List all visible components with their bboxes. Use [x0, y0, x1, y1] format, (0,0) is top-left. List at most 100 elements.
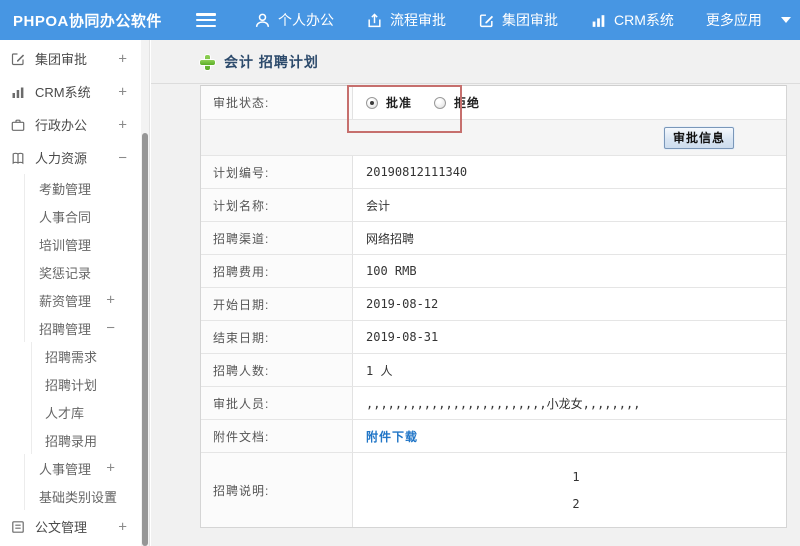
row-label: 审批状态:: [201, 86, 353, 119]
expand-toggle: +: [118, 518, 127, 535]
sidebar-item-label: CRM系统: [35, 85, 91, 100]
sidebar-item-hr-contract[interactable]: 人事合同: [24, 202, 149, 230]
approval-radio-group: 批准 拒绝: [366, 94, 494, 111]
expand-toggle: +: [106, 487, 115, 505]
caret-down-icon: [780, 17, 791, 23]
sidebar-item-label: 薪资管理: [39, 293, 92, 309]
bar-chart-icon: [12, 87, 24, 98]
row-value: 会计: [366, 198, 391, 213]
radio-approve-label[interactable]: 批准: [386, 94, 412, 111]
sidebar-item-base-category-settings[interactable]: 基础类别设置 +: [24, 482, 149, 510]
radio-reject-label[interactable]: 拒绝: [454, 94, 480, 111]
row-label: 计划名称:: [201, 189, 353, 221]
row-value: 1 人: [366, 363, 393, 378]
sidebar-item-label: 考勤管理: [39, 181, 92, 197]
nav-item-workflow-approval[interactable]: 流程审批: [366, 10, 446, 30]
table-row-headcount: 招聘人数: 1 人: [201, 354, 786, 387]
sidebar-item-label: 人事管理: [39, 461, 92, 477]
row-label: 审批人员:: [201, 387, 353, 419]
row-value: ,,,,,,,,,,,,,,,,,,,,,,,,,小龙女,,,,,,,,: [366, 396, 641, 411]
row-value: 2019-08-12: [366, 297, 439, 311]
sidebar-item-label: 集团审批: [35, 52, 88, 67]
table-row-approval-status: 审批状态: 批准 拒绝: [201, 86, 786, 120]
sidebar-item-training[interactable]: 培训管理: [24, 230, 149, 258]
sidebar-item-admin-office[interactable]: 行政办公 +: [0, 108, 149, 141]
add-icon: [200, 54, 215, 70]
sidebar-item-attendance[interactable]: 考勤管理: [24, 174, 149, 202]
radio-reject[interactable]: [434, 96, 447, 109]
sidebar-item-label: 人事合同: [39, 209, 92, 225]
row-label: 开始日期:: [201, 288, 353, 320]
approval-info-button[interactable]: 审批信息: [663, 126, 734, 149]
sidebar-item-official-docs[interactable]: 公文管理 +: [0, 510, 149, 543]
expand-toggle: +: [118, 116, 127, 133]
sidebar-item-recruit-demand[interactable]: 招聘需求: [31, 342, 149, 370]
expand-toggle: +: [106, 291, 115, 309]
table-row-end-date: 结束日期: 2019-08-31: [201, 321, 786, 354]
table-row-approvers: 审批人员: ,,,,,,,,,,,,,,,,,,,,,,,,,小龙女,,,,,,…: [201, 387, 786, 420]
nav-item-more-apps[interactable]: 更多应用: [706, 10, 791, 30]
row-label: 招聘渠道:: [201, 222, 353, 254]
sidebar-item-crm-system[interactable]: CRM系统 +: [0, 75, 149, 108]
book-icon: [12, 152, 24, 164]
sidebar-scrollbar-thumb[interactable]: [142, 133, 148, 546]
expand-toggle: +: [118, 50, 127, 67]
main-content: 会计 招聘计划 审批状态: 批准 拒绝 审批信息 计划编号: 201908121…: [151, 40, 800, 546]
row-value: 20190812111340: [366, 165, 468, 179]
table-row-plan-name: 计划名称: 会计: [201, 189, 786, 222]
sidebar-item-recruit-hiring[interactable]: 招聘录用: [31, 426, 149, 454]
sidebar-item-recruit-plan[interactable]: 招聘计划: [31, 370, 149, 398]
hamburger-menu-icon[interactable]: [196, 13, 216, 27]
recruitment-plan-table: 审批状态: 批准 拒绝 审批信息 计划编号: 20190812111340 计划…: [200, 85, 787, 528]
collapse-toggle: −: [106, 319, 115, 337]
row-label: 招聘人数:: [201, 354, 353, 386]
row-label: 招聘费用:: [201, 255, 353, 287]
row-value: 网络招聘: [366, 231, 415, 246]
briefcase-icon: [11, 119, 25, 131]
row-value: 2019-08-31: [366, 330, 439, 344]
sidebar-item-label: 招聘录用: [45, 433, 98, 449]
attachment-download-link[interactable]: 附件下载: [366, 428, 418, 445]
row-label: 招聘说明:: [201, 453, 353, 527]
flow-icon: [366, 12, 383, 29]
row-label: 附件文档:: [201, 420, 353, 452]
nav-item-label: 个人办公: [278, 12, 334, 28]
sidebar-item-group-approval[interactable]: 集团审批 +: [0, 42, 149, 75]
sidebar-item-label: 公文管理: [35, 520, 88, 535]
sidebar-item-label: 人才库: [45, 405, 85, 421]
sidebar-item-label: 招聘计划: [45, 377, 98, 393]
sidebar-item-rewards-records[interactable]: 奖惩记录: [24, 258, 149, 286]
page-title: 会计 招聘计划: [200, 52, 319, 72]
collapse-toggle: −: [118, 149, 127, 166]
sidebar: 集团审批 + CRM系统 + 行政办公 + 人力资源 − 考勤管理 人事合同 培…: [0, 40, 150, 546]
expand-toggle: +: [118, 83, 127, 100]
nav-item-label: CRM系统: [614, 12, 674, 28]
document-icon: [12, 520, 24, 533]
edit-square-icon: [11, 52, 25, 65]
nav-item-crm-system[interactable]: CRM系统: [590, 10, 674, 30]
sidebar-item-salary[interactable]: 薪资管理 +: [24, 286, 149, 314]
table-row-attachment: 附件文档: 附件下载: [201, 420, 786, 453]
sidebar-item-human-resources[interactable]: 人力资源 −: [0, 141, 149, 174]
bar-chart-icon: [590, 12, 607, 29]
sidebar-item-talent-pool[interactable]: 人才库: [31, 398, 149, 426]
sidebar-item-personnel-mgmt[interactable]: 人事管理 +: [24, 454, 149, 482]
nav-item-label: 集团审批: [502, 12, 558, 28]
sidebar-item-label: 奖惩记录: [39, 265, 92, 281]
table-row-approval-button: 审批信息: [201, 120, 786, 156]
table-row-recruit-description: 招聘说明: 1 2: [201, 453, 786, 527]
description-line: 2: [572, 496, 580, 511]
table-row-plan-number: 计划编号: 20190812111340: [201, 156, 786, 189]
radio-approve[interactable]: [366, 96, 378, 109]
sidebar-item-label: 招聘需求: [45, 349, 98, 365]
nav-item-group-approval[interactable]: 集团审批: [478, 10, 558, 30]
nav-item-personal-office[interactable]: 个人办公: [254, 10, 334, 30]
page-title-text: 会计 招聘计划: [224, 54, 319, 70]
sidebar-item-label: 人力资源: [35, 151, 88, 166]
sidebar-item-label: 行政办公: [35, 118, 88, 133]
sidebar-item-recruitment[interactable]: 招聘管理 −: [24, 314, 149, 342]
app-logo: PHPOA协同办公软件: [13, 12, 162, 30]
top-navbar: PHPOA协同办公软件 个人办公 流程审批 集团审批 CRM系统 更多应用: [0, 0, 800, 40]
nav-item-label: 更多应用: [705, 12, 762, 28]
sidebar-item-label: 培训管理: [39, 237, 92, 253]
